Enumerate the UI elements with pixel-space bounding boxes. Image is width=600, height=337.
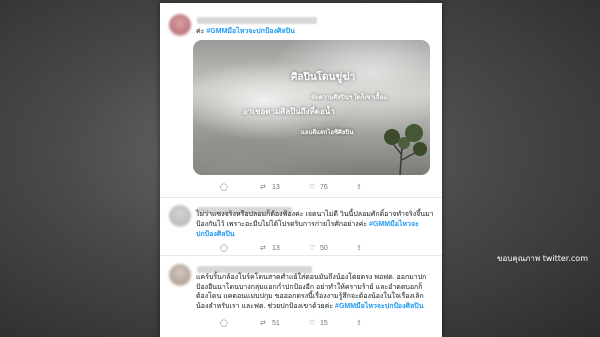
tweet-2[interactable]: ไม่ว่าแซงจริงหรือปลอมก็ต้องฟ้องค่ะ เจตนา…: [160, 198, 442, 256]
like-icon[interactable]: ♡: [309, 244, 315, 254]
tweet-text: ไม่ว่าแซงจริงหรือปลอมก็ต้องฟ้องค่ะ เจตนา…: [196, 210, 434, 240]
avatar[interactable]: [169, 264, 191, 286]
share-icon[interactable]: ⇪: [356, 244, 362, 254]
tweet-text: แคร์บริ้นกล้องโบร์คโดนสาดศำแย้ใส่ตอนมันถ…: [196, 273, 434, 311]
tweet-photo[interactable]: ศิลปินโดนขู่ฆ่า ข้อความศิลปินฯ ใดก็เขาเอ…: [193, 40, 430, 175]
redacted-username: [197, 266, 312, 273]
tweet-prefix: ค่ะ: [196, 28, 205, 35]
tree-silhouette-icon: [384, 124, 427, 175]
like-count: 15: [320, 320, 328, 327]
like-count: 50: [320, 245, 328, 252]
tweet-actions: ◯ ⇄ 13 ♡ 50 ⇪: [220, 244, 420, 254]
tweet-actions: ◯ ⇄ 13 ♡ 76 ⇪: [220, 183, 420, 193]
retweet-icon[interactable]: ⇄: [260, 183, 266, 193]
tweet-card-stack: ค่ะ #GMMมือไหวจะปกป้องศิลปิน ศิลปินโดนขู…: [160, 3, 442, 337]
avatar[interactable]: [169, 14, 191, 36]
retweet-count: 51: [272, 320, 280, 327]
reply-icon[interactable]: ◯: [220, 244, 228, 254]
reply-icon[interactable]: ◯: [220, 183, 228, 193]
overlay-caption-3: แอบตีแสกไอซีศิลปิน: [301, 130, 354, 136]
overlay-caption-1: ข้อความศิลปินฯ ใดก็เขาเอื้อม: [311, 95, 388, 101]
retweet-icon[interactable]: ⇄: [260, 319, 266, 329]
share-icon[interactable]: ⇪: [356, 319, 362, 329]
like-count: 76: [320, 184, 328, 191]
like-icon[interactable]: ♡: [309, 319, 315, 329]
overlay-title: ศิลปินโดนขู่ฆ่า: [291, 72, 356, 83]
redacted-username: [197, 17, 317, 24]
tweet-actions: ◯ ⇄ 51 ♡ 15 ⇪: [220, 319, 420, 329]
share-icon[interactable]: ⇪: [356, 183, 362, 193]
hashtag-link[interactable]: #GMMมือไหวจะปกป้องศิลปิน: [206, 28, 294, 35]
overlay-caption-2: อาเชอดามศิลปินถึงที่ดอน้ำ: [243, 107, 335, 116]
retweet-count: 13: [272, 184, 280, 191]
image-credit: ขอบคุณภาพ twitter.com: [497, 254, 588, 263]
tweet-1[interactable]: ค่ะ #GMMมือไหวจะปกป้องศิลปิน ศิลปินโดนขู…: [160, 3, 442, 198]
retweet-count: 13: [272, 245, 280, 252]
tweet-text: ค่ะ #GMMมือไหวจะปกป้องศิลปิน: [196, 27, 432, 37]
retweet-icon[interactable]: ⇄: [260, 244, 266, 254]
reply-icon[interactable]: ◯: [220, 319, 228, 329]
hashtag-link[interactable]: #GMMมือไหวจะปกป้องศิลปิน: [335, 303, 423, 310]
avatar[interactable]: [169, 205, 191, 227]
tweet-3[interactable]: แคร์บริ้นกล้องโบร์คโดนสาดศำแย้ใส่ตอนมันถ…: [160, 256, 442, 337]
like-icon[interactable]: ♡: [309, 183, 315, 193]
